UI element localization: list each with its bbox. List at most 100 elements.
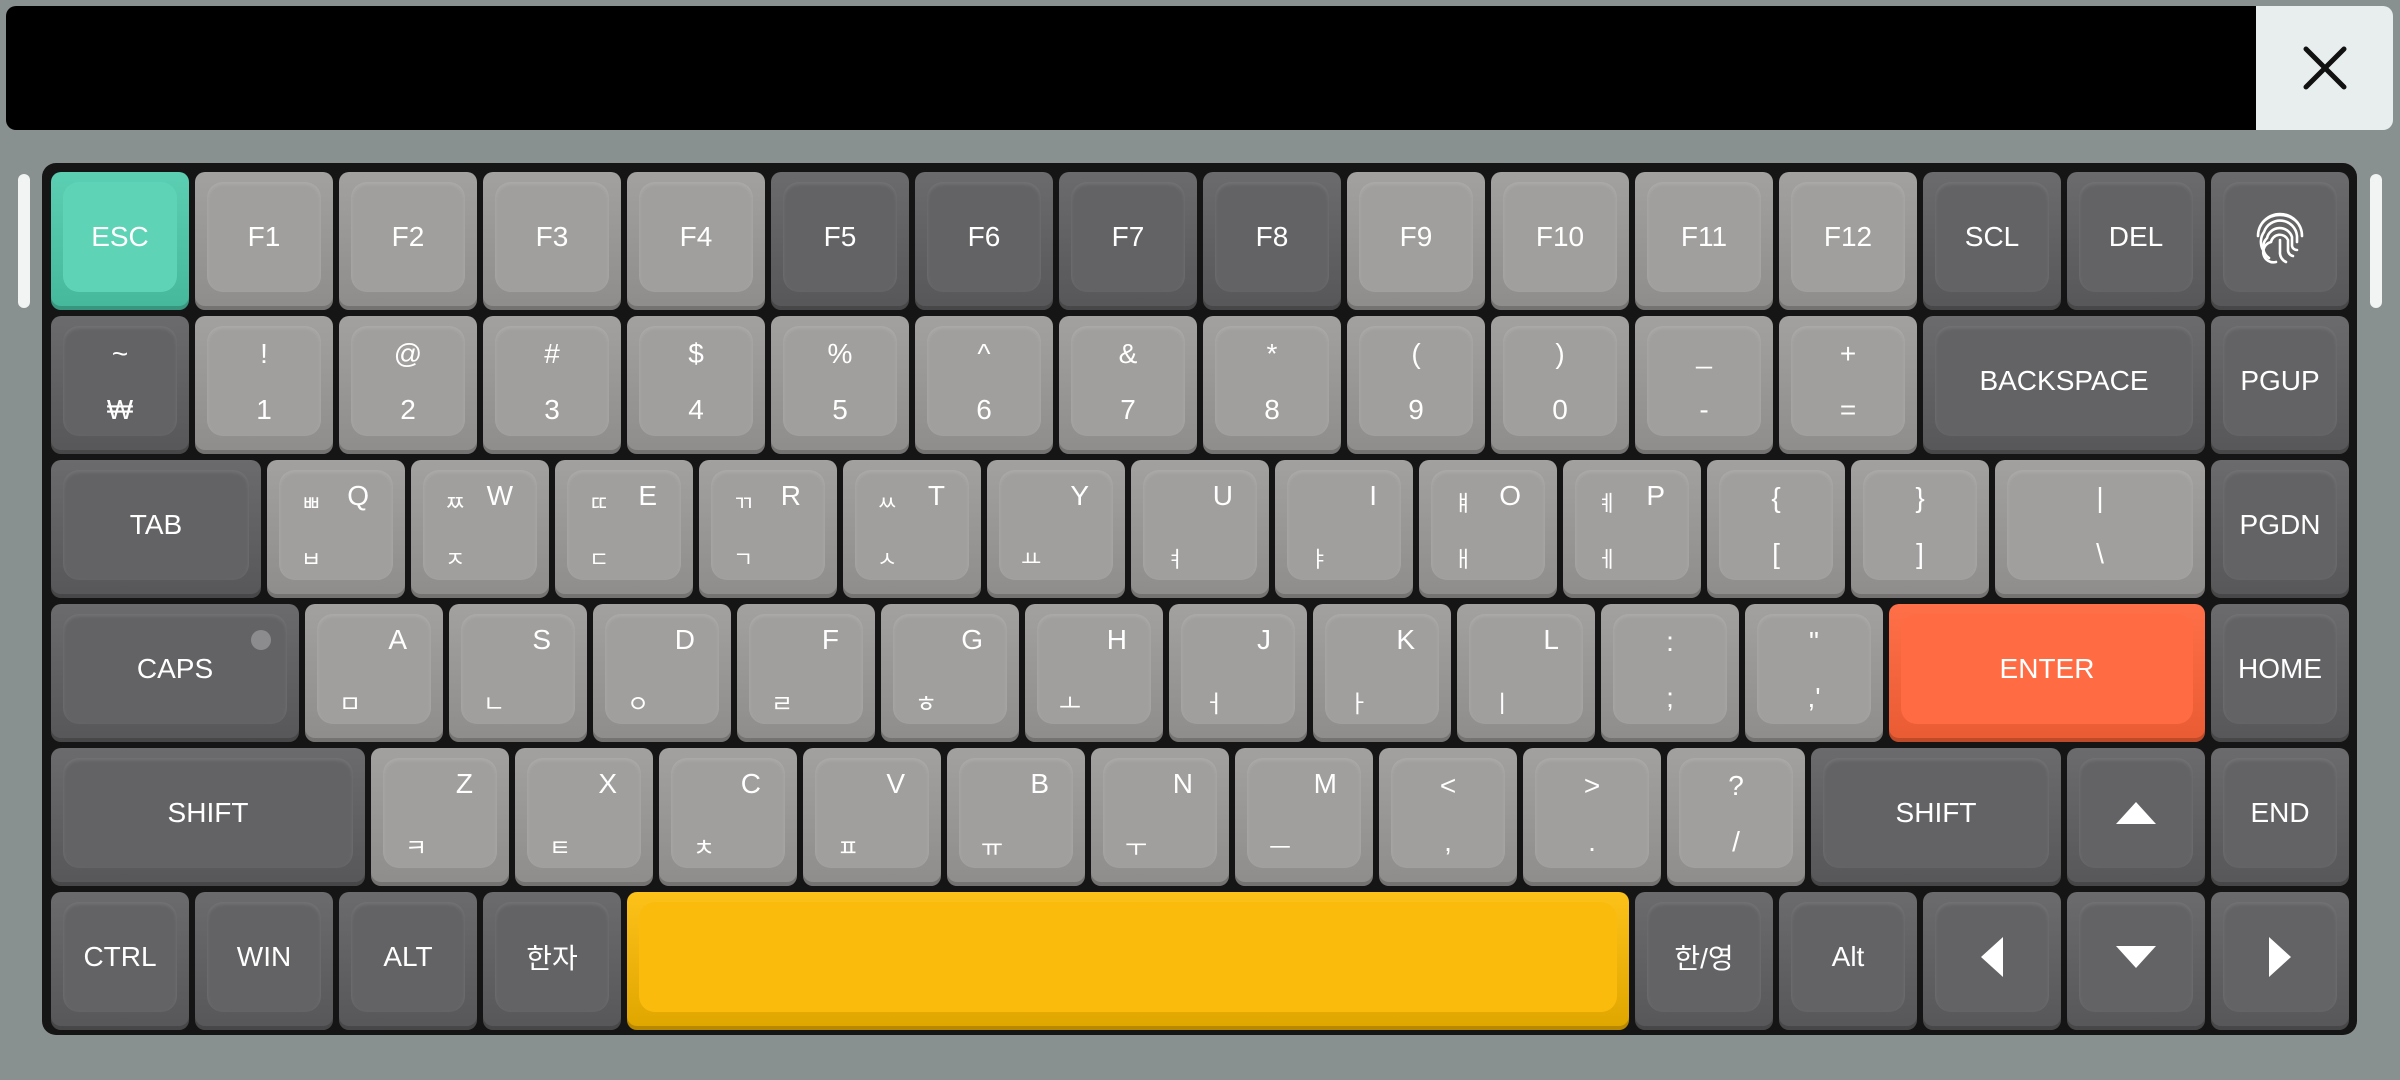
key-f1[interactable]: F1 [195,172,333,310]
key-r[interactable]: R ㄲㄱ [699,460,837,598]
key-caps[interactable]: CAPS [51,604,299,742]
key-5[interactable]: % 5 [771,316,909,454]
key-d[interactable]: Dㅇ [593,604,731,742]
key-end[interactable]: END [2211,748,2349,886]
key-alt[interactable]: ALT [339,892,477,1030]
key-alt-right[interactable]: Alt [1779,892,1917,1030]
arrow-left-key[interactable] [1923,892,2061,1030]
arrow-up-key[interactable] [2067,748,2205,886]
arrow-down-key[interactable] [2067,892,2205,1030]
key-f[interactable]: Fㄹ [737,604,875,742]
key-j[interactable]: Jㅓ [1169,604,1307,742]
key-f7[interactable]: F7 [1059,172,1197,310]
close-icon [2303,46,2346,90]
key-f11[interactable]: F11 [1635,172,1773,310]
key-c[interactable]: Cㅊ [659,748,797,886]
key-punct5-0[interactable]: <, [1379,748,1517,886]
caps-indicator [251,630,271,650]
key--[interactable]: _ - [1635,316,1773,454]
key-0[interactable]: ) 0 [1491,316,1629,454]
key-korean-letter: ㅏ [1347,691,1370,718]
close-button[interactable] [2256,6,2393,130]
key-i[interactable]: Iㅑ [1275,460,1413,598]
scrollbar-left[interactable] [18,174,30,308]
key-k[interactable]: Kㅏ [1313,604,1451,742]
key-h[interactable]: Hㅗ [1025,604,1163,742]
key-punct4-1[interactable]: " ,' [1745,604,1883,742]
key-shift-symbol: # [544,338,560,369]
key-pgup[interactable]: PGUP [2211,316,2349,454]
key-bracket-0[interactable]: {[ [1707,460,1845,598]
key-home[interactable]: HOME [2211,604,2349,742]
key-8[interactable]: * 8 [1203,316,1341,454]
key-f3[interactable]: F3 [483,172,621,310]
key-bracket-1[interactable]: }] [1851,460,1989,598]
key-f4[interactable]: F4 [627,172,765,310]
key-e[interactable]: E ㄸㄷ [555,460,693,598]
key-g[interactable]: Gㅎ [881,604,1019,742]
key-f10[interactable]: F10 [1491,172,1629,310]
key-tilde[interactable]: ~ ₩ [51,316,189,454]
key-3[interactable]: #3 [483,316,621,454]
key-tab[interactable]: TAB [51,460,261,598]
key-scl[interactable]: SCL [1923,172,2061,310]
key-enter[interactable]: ENTER [1889,604,2205,742]
key-shift-right[interactable]: SHIFT [1811,748,2061,886]
key-f12[interactable]: F12 [1779,172,1917,310]
key-p[interactable]: P ㅖㅔ [1563,460,1701,598]
key-7[interactable]: & 7 [1059,316,1197,454]
key-label: F8 [1255,221,1289,252]
scrollbar-right[interactable] [2370,174,2382,308]
key-main-symbol: 1 [256,394,272,425]
key-punct4-0[interactable]: :; [1601,604,1739,742]
key-del[interactable]: DEL [2067,172,2205,310]
key-korean-letter: ㅣ [1491,691,1514,718]
key-z[interactable]: Zㅋ [371,748,509,886]
fingerprint-button[interactable] [2211,172,2349,310]
arrow-right-key[interactable] [2211,892,2349,1030]
key-ctrl[interactable]: CTRL [51,892,189,1030]
key-space[interactable] [627,892,1629,1030]
key-v[interactable]: Vㅍ [803,748,941,886]
key-label: F1 [247,221,281,252]
key-o[interactable]: Oㅒㅐ [1419,460,1557,598]
key-pgdn[interactable]: PGDN [2211,460,2349,598]
key-f6[interactable]: F6 [915,172,1053,310]
key-1[interactable]: ! 1 [195,316,333,454]
key-esc[interactable]: ESC [51,172,189,310]
key-t[interactable]: T ㅆㅅ [843,460,981,598]
key-english-letter: J [1257,624,1271,655]
key-m[interactable]: Mㅡ [1235,748,1373,886]
key-2[interactable]: @2 [339,316,477,454]
key-q[interactable]: Qㅃㅂ [267,460,405,598]
key-u[interactable]: Uㅕ [1131,460,1269,598]
key-win[interactable]: WIN [195,892,333,1030]
key-backspace[interactable]: BACKSPACE [1923,316,2205,454]
key-hanja[interactable]: 한자 [483,892,621,1030]
key-4[interactable]: $4 [627,316,765,454]
key-n[interactable]: Nㅜ [1091,748,1229,886]
key-w[interactable]: Wㅉㅈ [411,460,549,598]
key-punct5-1[interactable]: >. [1523,748,1661,886]
key-korean-letter: ㄱ [733,547,754,572]
key-6[interactable]: ^ 6 [915,316,1053,454]
key-9[interactable]: (9 [1347,316,1485,454]
key-korean-shift: ㅆ [877,491,898,516]
key-punct5-2[interactable]: ? / [1667,748,1805,886]
key-y[interactable]: Yㅛ [987,460,1125,598]
key-l[interactable]: Lㅣ [1457,604,1595,742]
key-f2[interactable]: F2 [339,172,477,310]
key-bracket-2[interactable]: | \ [1995,460,2205,598]
key-s[interactable]: Sㄴ [449,604,587,742]
key-f5[interactable]: F5 [771,172,909,310]
key-=[interactable]: + = [1779,316,1917,454]
key-english-letter: C [740,768,761,799]
key-hanyeong[interactable]: 한/영 [1635,892,1773,1030]
key-english-letter: N [1172,768,1193,799]
key-x[interactable]: Xㅌ [515,748,653,886]
key-shift-left[interactable]: SHIFT [51,748,365,886]
key-f9[interactable]: F9 [1347,172,1485,310]
key-f8[interactable]: F8 [1203,172,1341,310]
key-a[interactable]: Aㅁ [305,604,443,742]
key-b[interactable]: Bㅠ [947,748,1085,886]
